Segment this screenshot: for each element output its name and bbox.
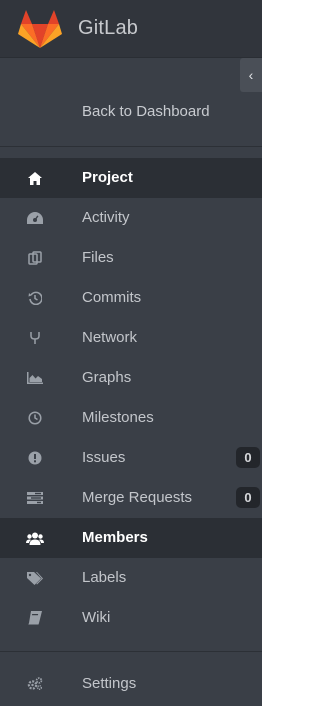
sidebar-item-network[interactable]: Network bbox=[0, 318, 262, 358]
chevron-left-icon: ‹ bbox=[248, 67, 254, 83]
home-icon bbox=[26, 169, 44, 187]
sidebar-item-label: Project bbox=[82, 169, 133, 186]
back-to-dashboard-link[interactable]: Back to Dashboard bbox=[82, 103, 210, 120]
sidebar-item-issues[interactable]: Issues 0 bbox=[0, 438, 262, 478]
gitlab-logo-icon[interactable] bbox=[18, 10, 62, 50]
history-icon bbox=[26, 289, 44, 307]
sidebar-item-graphs[interactable]: Graphs bbox=[0, 358, 262, 398]
clock-icon bbox=[26, 409, 44, 427]
sidebar-item-label: Files bbox=[82, 249, 114, 266]
sidebar-item-milestones[interactable]: Milestones bbox=[0, 398, 262, 438]
sidebar-item-members[interactable]: Members bbox=[0, 518, 262, 558]
sidebar-item-label: Wiki bbox=[82, 609, 111, 626]
code-fork-icon bbox=[26, 329, 44, 347]
sidebar-item-label: Labels bbox=[82, 569, 127, 586]
sidebar-item-label: Commits bbox=[82, 289, 142, 306]
sidebar-item-label: Network bbox=[82, 329, 138, 346]
app-title[interactable]: GitLab bbox=[78, 17, 138, 40]
sidebar-item-project[interactable]: Project bbox=[0, 158, 262, 198]
book-icon bbox=[26, 609, 44, 627]
divider bbox=[0, 146, 262, 147]
issues-count-badge: 0 bbox=[236, 447, 260, 468]
exclamation-circle-icon bbox=[26, 449, 44, 467]
sidebar-item-labels[interactable]: Labels bbox=[0, 558, 262, 598]
sidebar-item-wiki[interactable]: Wiki bbox=[0, 598, 262, 638]
sidebar-item-merge-requests[interactable]: Merge Requests 0 bbox=[0, 478, 262, 518]
sidebar-item-label: Milestones bbox=[82, 409, 154, 426]
cogs-icon bbox=[26, 675, 44, 693]
collapse-sidebar-button[interactable]: ‹ bbox=[240, 58, 262, 92]
sidebar: GitLab ‹ Back to Dashboard Project Activ… bbox=[0, 0, 262, 706]
sidebar-item-label: Issues bbox=[82, 449, 126, 466]
dashboard-icon bbox=[26, 209, 44, 227]
merge-requests-count-badge: 0 bbox=[236, 487, 260, 508]
sidebar-item-settings[interactable]: Settings bbox=[0, 664, 262, 704]
sidebar-item-activity[interactable]: Activity bbox=[0, 198, 262, 238]
sidebar-item-label: Members bbox=[82, 529, 148, 546]
users-icon bbox=[26, 529, 44, 547]
project-nav: Project Activity Files Commits Network G… bbox=[0, 158, 262, 638]
divider bbox=[0, 651, 262, 652]
sidebar-item-label: Activity bbox=[82, 209, 130, 226]
sidebar-item-files[interactable]: Files bbox=[0, 238, 262, 278]
tasks-icon bbox=[26, 489, 44, 507]
area-chart-icon bbox=[26, 369, 44, 387]
files-icon bbox=[26, 249, 44, 267]
sidebar-item-label: Settings bbox=[82, 675, 137, 692]
sidebar-item-label: Graphs bbox=[82, 369, 132, 386]
tags-icon bbox=[26, 569, 44, 587]
sidebar-item-label: Merge Requests bbox=[82, 489, 193, 506]
brand-header[interactable]: GitLab bbox=[0, 0, 262, 58]
sidebar-item-commits[interactable]: Commits bbox=[0, 278, 262, 318]
